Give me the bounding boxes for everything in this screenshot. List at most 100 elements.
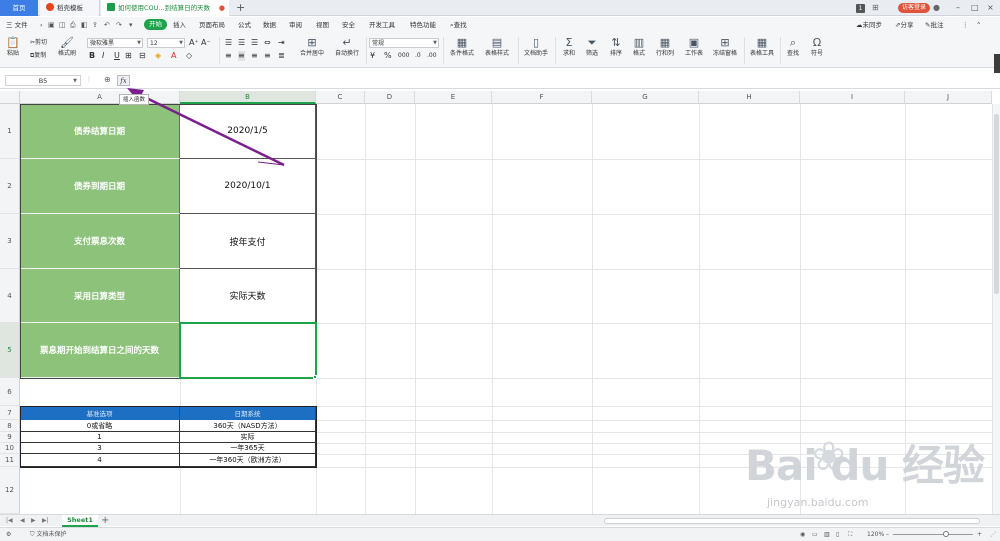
first-sheet-icon[interactable]: |◀ [6,515,13,527]
close-tab-icon[interactable]: ● [219,0,225,16]
row-header[interactable]: 10 [0,443,20,454]
insert-function-button[interactable]: fx [117,75,130,86]
tab-template[interactable]: 稻壳模板 [40,0,100,16]
value-cell[interactable]: 按年支付 [180,214,316,269]
select-all-corner[interactable] [0,91,20,104]
conditional-format-button[interactable]: ▦ 条件格式 [446,36,478,58]
column-header[interactable]: G [592,91,699,104]
justify-icon[interactable]: ≡ [264,51,271,61]
ref-table-header[interactable]: 基准选项 [20,406,180,420]
zoom-formula-icon[interactable]: ⊕ [104,75,111,84]
row-column-button[interactable]: ▦ 行和列 [652,36,678,58]
font-size-select[interactable]: 12 ▼ [147,38,185,48]
increase-font-icon[interactable]: A⁺ [189,38,199,48]
name-box[interactable]: B5 ▼ [5,75,81,86]
italic-button[interactable]: I [102,51,104,61]
clear-format-icon[interactable]: ◇ [186,51,192,61]
zoom-level[interactable]: 120% [867,528,884,541]
normal-view-icon[interactable]: ◉ [800,528,805,541]
decrease-decimal-icon[interactable]: .00 [427,51,437,61]
value-cell-active[interactable] [180,323,316,378]
percent-icon[interactable]: % [384,51,392,61]
row-header[interactable]: 2 [0,159,20,214]
fill-color-icon[interactable]: ◈ [155,51,161,61]
sum-button[interactable]: Σ 求和 [558,36,580,58]
zoom-slider-knob[interactable] [943,531,949,537]
save-icon[interactable]: ◫ [59,17,66,33]
row-header[interactable]: 5 [0,323,20,378]
new-tab-button[interactable]: + [236,0,245,16]
fullscreen-icon[interactable]: ⛶ [848,528,852,541]
tab-home[interactable]: 首页 [0,0,38,16]
value-cell[interactable]: 2020/1/5 [180,104,316,159]
zoom-in-icon[interactable]: + [977,528,982,541]
add-sheet-button[interactable]: + [101,515,109,526]
vertical-scroll-thumb[interactable] [994,114,999,294]
decrease-font-icon[interactable]: A⁻ [201,38,211,48]
label-cell[interactable]: 支付票息次数 [20,214,180,269]
menu-security[interactable]: 安全 [342,17,355,33]
menu-developer[interactable]: 开发工具 [369,17,395,33]
undo-icon[interactable]: ↶ [104,17,110,33]
zoom-out-icon[interactable]: – [886,528,889,541]
row-header[interactable]: 4 [0,269,20,323]
find-button[interactable]: ⌕ 查找 [782,36,804,58]
column-header[interactable]: F [492,91,592,104]
quick-access-dropdown-icon[interactable]: ▾ [129,17,133,33]
layout-icon[interactable]: ⊞ [872,0,879,16]
menu-special-features[interactable]: 特色功能 [410,17,436,33]
prev-sheet-icon[interactable]: ◀ [20,515,25,527]
menu-formulas[interactable]: 公式 [238,17,251,33]
menu-home[interactable]: 开始 [144,19,167,30]
row-header[interactable]: 6 [0,378,20,406]
merge-cells-icon[interactable]: ⊟ [139,51,146,61]
protection-status[interactable]: ⛉ 文档未保护 [30,528,66,541]
cut-button[interactable]: ✂剪切 [30,38,47,47]
vertical-scrollbar[interactable] [992,104,1000,514]
menu-data[interactable]: 数据 [263,17,276,33]
ref-table-header[interactable]: 日期系统 [180,406,316,420]
align-right-icon[interactable]: ≡ [251,51,258,61]
ref-table-cell[interactable]: 一年360天（欧洲方法） [180,454,316,467]
label-cell[interactable]: 采用日算类型 [20,269,180,323]
table-tools-button[interactable]: ▦ 表格工具 [747,36,777,58]
table-style-button[interactable]: ▤ 表格样式 [481,36,513,58]
ref-table-cell[interactable]: 4 [20,454,180,467]
align-top-icon[interactable]: ☰ [225,38,232,48]
ref-table-cell[interactable]: 一年365天 [180,443,316,454]
redo-icon[interactable]: ↷ [116,17,122,33]
underline-button[interactable]: U [114,51,120,61]
comment-button[interactable]: ✎批注 [925,17,943,33]
freeze-panes-button[interactable]: ⊞ 冻结窗格 [710,36,740,58]
orientation-icon[interactable]: ⇔ [264,38,271,48]
zoom-slider[interactable] [893,534,973,535]
font-family-select[interactable]: 微软雅黑 ▼ [87,38,143,48]
value-cell[interactable]: 实际天数 [180,269,316,323]
ref-table-cell[interactable]: 3 [20,443,180,454]
document-helper-button[interactable]: ▯ 文档助手 [521,36,551,58]
align-middle-icon[interactable]: ☰ [238,38,245,48]
filter-button[interactable]: ⏷ 筛选 [581,36,603,58]
collapse-ribbon-icon[interactable]: ⌃ [976,17,981,33]
row-header[interactable]: 12 [0,467,20,514]
export-icon[interactable]: ⇪ [92,17,98,33]
currency-icon[interactable]: ¥ [370,51,375,61]
column-header[interactable]: H [699,91,800,104]
page-break-view-icon[interactable]: ▥ [824,528,830,541]
ref-table-cell[interactable]: 0或省略 [20,420,180,432]
indent-icon[interactable]: ⇥ [278,38,285,48]
worksheet-button[interactable]: ▣ 工作表 [681,36,707,58]
share-button[interactable]: ⇗分享 [895,17,913,33]
avatar-icon[interactable]: ● [933,0,940,16]
next-sheet-icon[interactable]: ▶ [31,515,36,527]
more-options-icon[interactable]: ⋮ [962,17,969,33]
close-window-icon[interactable]: × [987,0,994,16]
wrap-text-button[interactable]: ↵ 自动换行 [331,36,363,58]
column-header[interactable]: I [800,91,905,104]
fill-handle[interactable] [313,375,317,379]
menu-view[interactable]: 视图 [316,17,329,33]
open-icon[interactable]: ▣ [48,17,55,33]
menu-review[interactable]: 审阅 [289,17,302,33]
window-count-badge[interactable]: 1 [856,4,865,13]
macro-icon[interactable]: ⚙ [6,528,11,541]
